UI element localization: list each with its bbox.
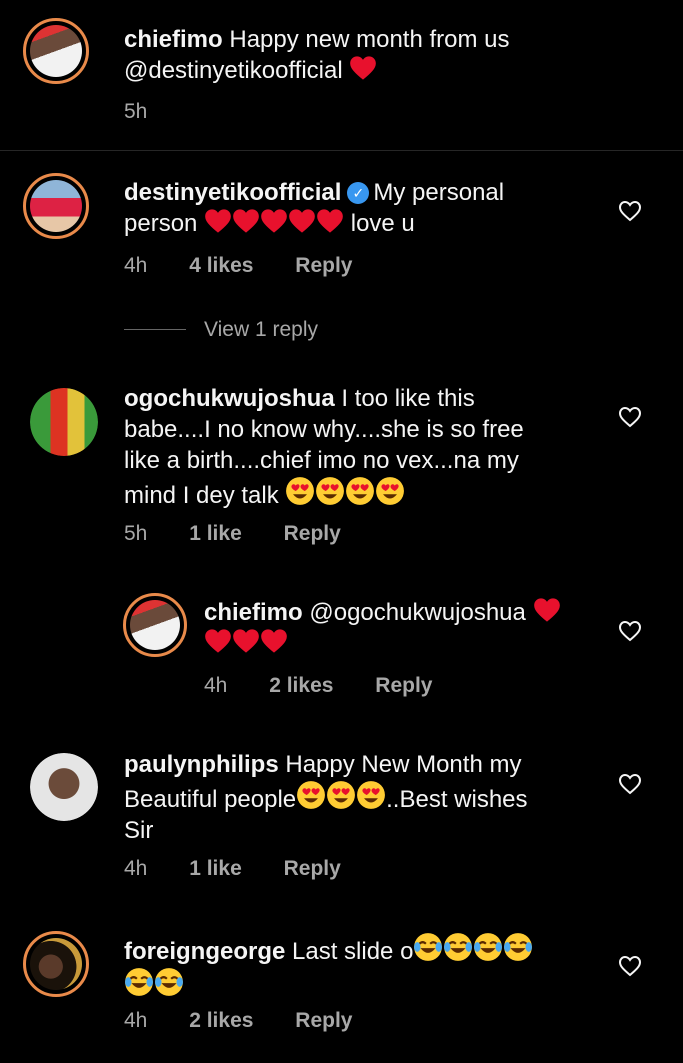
username[interactable]: foreigngeorge [124,938,285,965]
red-heart-icon [316,208,344,234]
likes-count[interactable]: 2 likes [189,1009,253,1032]
view-replies-label[interactable]: View 1 reply [204,318,318,341]
heart-eyes-emoji-icon [356,780,386,810]
avatar[interactable] [30,753,98,821]
likes-count[interactable]: 4 likes [189,254,253,277]
reply-button[interactable]: Reply [284,522,341,545]
avatar[interactable] [30,388,98,456]
joy-tears-emoji-icon [413,932,443,962]
reply-button[interactable]: Reply [284,857,341,880]
avatar[interactable] [23,173,89,239]
red-heart-icon [288,208,316,234]
username[interactable]: ogochukwujoshua [124,385,335,412]
heart-outline-icon[interactable] [618,955,642,977]
heart-eyes-emoji-icon [375,476,405,506]
red-heart-icon [232,208,260,234]
joy-tears-emoji-icon [503,932,533,962]
heart-outline-icon[interactable] [618,200,642,222]
comment-text: Sir [124,817,154,844]
username[interactable]: destinyetikoofficial [124,179,341,206]
avatar[interactable] [123,593,187,657]
heart-outline-icon[interactable] [618,406,642,428]
red-heart-icon [533,597,561,623]
avatar[interactable] [23,931,89,997]
reply-button[interactable]: Reply [295,254,352,277]
mention-link[interactable]: @ogochukwujoshua [309,599,526,626]
comment-text: person [124,210,198,237]
joy-tears-emoji-icon [473,932,503,962]
comment-text: My personal [373,179,505,206]
heart-eyes-emoji-icon [326,780,356,810]
divider [0,150,683,151]
avatar[interactable] [23,18,89,84]
red-heart-icon [260,208,288,234]
red-heart-icon [204,628,232,654]
joy-tears-emoji-icon [154,967,184,997]
comment-text: Happy New Month my [285,751,522,778]
comment-text: I too like this [341,385,475,412]
heart-outline-icon[interactable] [618,773,642,795]
likes-count[interactable]: 1 like [189,857,242,880]
timestamp: 4h [124,1009,148,1032]
comment-text: Happy new month from us [229,26,510,53]
heart-eyes-emoji-icon [296,780,326,810]
comment-text: Last slide o [292,938,414,965]
verified-badge-icon: ✓ [347,182,370,204]
reply-button[interactable]: Reply [295,1009,352,1032]
timestamp: 4h [124,857,148,880]
comment-text: love u [350,210,415,237]
timestamp: 5h [124,522,148,545]
timestamp: 4h [124,254,148,277]
red-heart-icon [349,55,377,81]
joy-tears-emoji-icon [443,932,473,962]
comment-text: ..Best wishes [386,786,528,813]
comment-text: Beautiful people [124,786,297,813]
reply-button[interactable]: Reply [375,674,432,697]
username[interactable]: paulynphilips [124,751,279,778]
view-replies-button[interactable]: View 1 reply [124,318,318,342]
red-heart-icon [232,628,260,654]
username[interactable]: chiefimo [204,599,303,626]
red-heart-icon [260,628,288,654]
timestamp: 4h [204,674,228,697]
heart-outline-icon[interactable] [618,620,642,642]
likes-count[interactable]: 1 like [189,522,242,545]
timestamp: 5h [124,100,148,123]
username[interactable]: chiefimo [124,26,223,53]
comment-text: like a birth....chief imo no vex...na my [124,447,519,474]
heart-eyes-emoji-icon [345,476,375,506]
heart-eyes-emoji-icon [315,476,345,506]
comment-text: mind I dey talk [124,482,279,509]
joy-tears-emoji-icon [124,967,154,997]
red-heart-icon [204,208,232,234]
heart-eyes-emoji-icon [285,476,315,506]
reply-line [124,329,186,330]
mention-link[interactable]: @destinyetikoofficial [124,57,343,84]
likes-count[interactable]: 2 likes [269,674,333,697]
comment-text: babe....I no know why....she is so free [124,416,524,443]
